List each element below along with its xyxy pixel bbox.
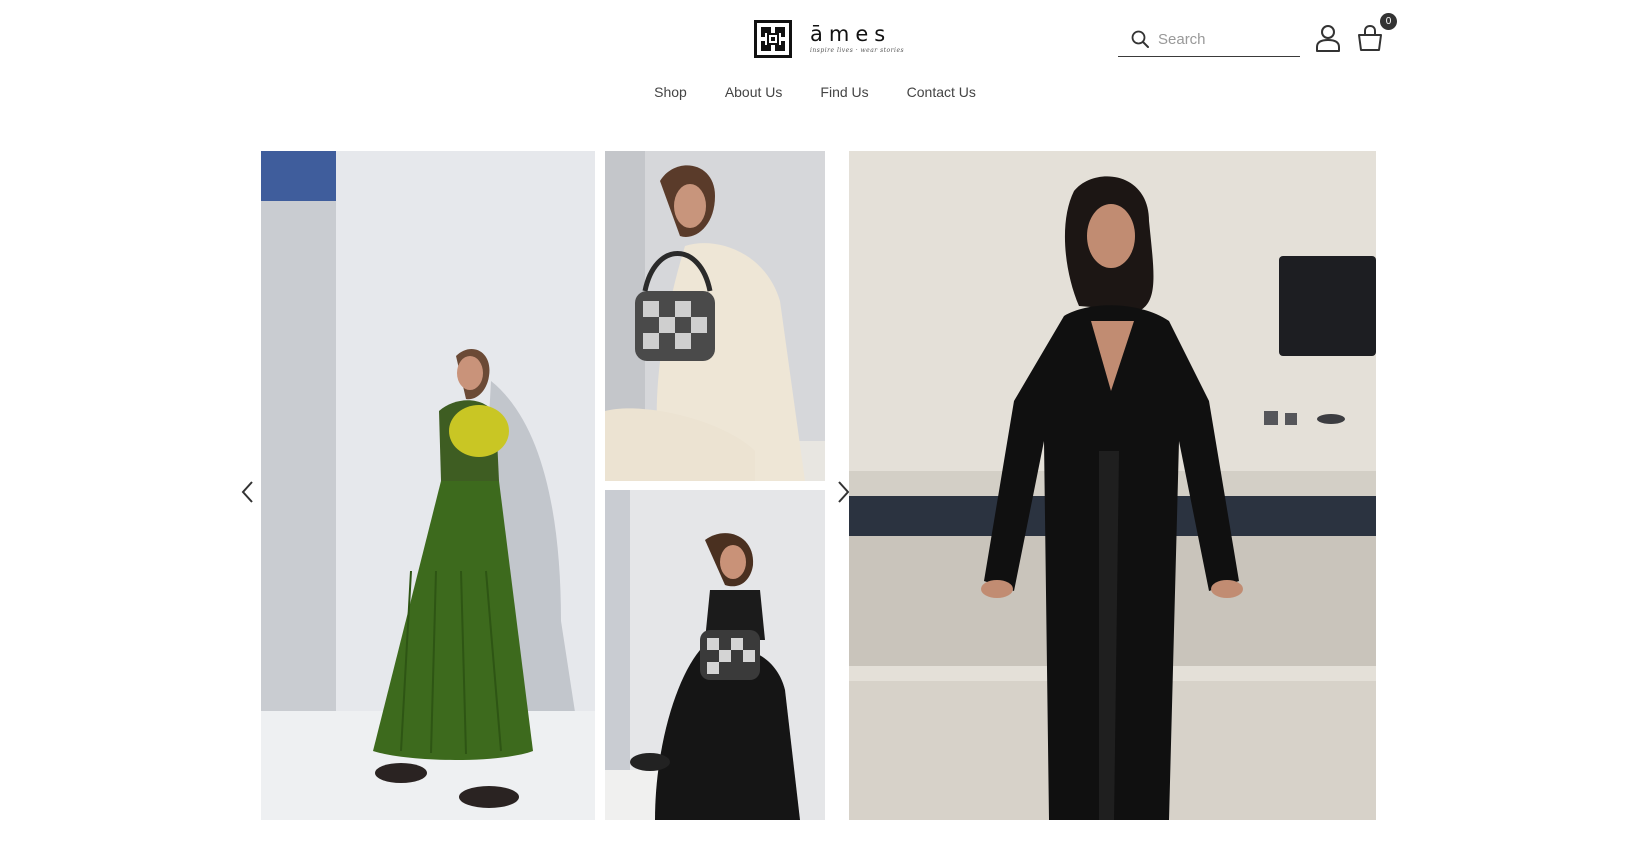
chevron-left-icon[interactable] [239, 479, 257, 505]
search-box[interactable] [1118, 22, 1300, 57]
gallery-image-black-suit[interactable] [849, 151, 1376, 820]
user-icon[interactable] [1315, 24, 1341, 52]
nav-about-us[interactable]: About Us [706, 84, 802, 100]
logo-icon [754, 20, 792, 58]
brand-tagline: inspire lives · wear stories [810, 47, 905, 54]
search-icon[interactable] [1130, 29, 1150, 49]
brand-name: āmes [810, 22, 892, 46]
nav-find-us[interactable]: Find Us [801, 84, 887, 100]
nav-contact-us[interactable]: Contact Us [888, 84, 995, 100]
gallery-image-black-dress[interactable] [605, 490, 825, 820]
cart-count-badge: 0 [1380, 13, 1397, 30]
shopping-bag-icon[interactable] [1356, 24, 1384, 52]
search-input[interactable] [1158, 30, 1288, 48]
gallery-image-green-dress[interactable] [261, 151, 595, 820]
main-navigation: Shop About Us Find Us Contact Us [0, 84, 1630, 100]
hero-gallery [0, 151, 1630, 821]
gallery-image-cream-dress[interactable] [605, 151, 825, 481]
brand-logo[interactable]: āmes inspire lives · wear stories [754, 18, 904, 60]
nav-shop[interactable]: Shop [635, 84, 706, 100]
